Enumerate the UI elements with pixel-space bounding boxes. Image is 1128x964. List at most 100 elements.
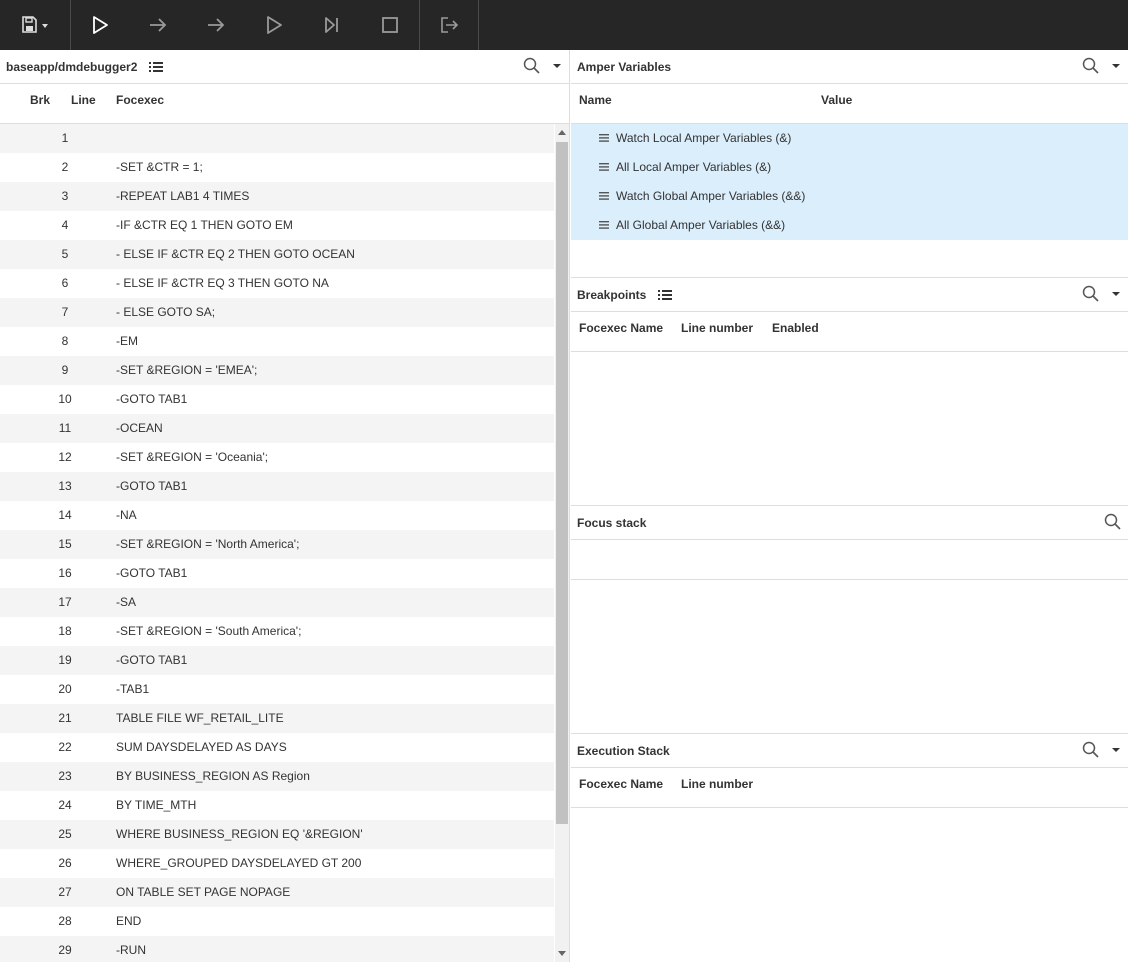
- line-code: -SET &REGION = 'EMEA';: [116, 363, 258, 377]
- code-line[interactable]: 2 -SET &CTR = 1;: [0, 153, 554, 182]
- code-line[interactable]: 27 ON TABLE SET PAGE NOPAGE: [0, 878, 554, 907]
- line-number: 2: [61, 160, 69, 174]
- focexec-editor-panel: baseapp/dmdebugger2 Brk Line Focexec 12-…: [0, 50, 570, 962]
- column-line-number[interactable]: Line number: [681, 777, 753, 791]
- continue-button[interactable]: [245, 0, 303, 50]
- column-enabled[interactable]: Enabled: [772, 321, 819, 335]
- list-icon[interactable]: [149, 61, 164, 73]
- search-icon[interactable]: [1104, 513, 1122, 534]
- line-number: 17: [58, 595, 72, 609]
- code-line[interactable]: 26 WHERE_GROUPED DAYSDELAYED GT 200: [0, 849, 554, 878]
- code-line[interactable]: 12 -SET &REGION = 'Oceania';: [0, 443, 554, 472]
- line-number: 12: [58, 450, 72, 464]
- amper-item-label: All Global Amper Variables (&&): [616, 218, 786, 232]
- code-line[interactable]: 1: [0, 124, 554, 153]
- code-line[interactable]: 11 -OCEAN: [0, 414, 554, 443]
- line-number: 24: [58, 798, 72, 812]
- line-number: 6: [61, 276, 69, 290]
- step-over-icon: [208, 18, 225, 32]
- step-over-button[interactable]: [187, 0, 245, 50]
- column-name[interactable]: Name: [579, 93, 612, 107]
- column-line-number[interactable]: Line number: [681, 321, 753, 335]
- column-focexec[interactable]: Focexec: [116, 93, 164, 107]
- line-code: - ELSE IF &CTR EQ 3 THEN GOTO NA: [116, 276, 329, 290]
- code-line[interactable]: 24 BY TIME_MTH: [0, 791, 554, 820]
- search-icon[interactable]: [1082, 57, 1100, 78]
- amper-variable-list: Watch Local Amper Variables (&) All Loca…: [571, 124, 1128, 240]
- search-icon[interactable]: [1082, 741, 1100, 762]
- column-value[interactable]: Value: [821, 93, 852, 107]
- line-code: SUM DAYSDELAYED AS DAYS: [116, 740, 287, 754]
- line-number: 13: [58, 479, 72, 493]
- amper-title: Amper Variables: [577, 59, 672, 74]
- amper-item-watch-global[interactable]: Watch Global Amper Variables (&&): [571, 182, 1128, 211]
- code-lines: 1 2 -SET &CTR = 1; 3 -REPEAT LAB1 4 TIMES 4 -I…: [0, 124, 554, 962]
- code-line[interactable]: 28 END: [0, 907, 554, 936]
- amper-item-watch-local[interactable]: Watch Local Amper Variables (&): [571, 124, 1128, 153]
- chevron-down-icon[interactable]: [551, 60, 563, 75]
- editor-scrollbar[interactable]: [555, 124, 569, 962]
- run-to-end-button[interactable]: [303, 0, 361, 50]
- code-line[interactable]: 20 -TAB1: [0, 675, 554, 704]
- column-line[interactable]: Line: [71, 93, 96, 107]
- code-line[interactable]: 7 - ELSE GOTO SA;: [0, 298, 554, 327]
- code-line[interactable]: 17 -SA: [0, 588, 554, 617]
- execution-stack-panel: Execution Stack Focexec Name Line number: [571, 734, 1128, 964]
- scroll-up-arrow[interactable]: [558, 130, 566, 135]
- exit-button[interactable]: [420, 0, 478, 50]
- search-icon[interactable]: [523, 57, 541, 78]
- code-line[interactable]: 9 -SET &REGION = 'EMEA';: [0, 356, 554, 385]
- execution-stack-tools: [1082, 734, 1122, 768]
- code-line[interactable]: 25 WHERE BUSINESS_REGION EQ '&REGION': [0, 820, 554, 849]
- line-code: -EM: [116, 334, 138, 348]
- code-line[interactable]: 16 -GOTO TAB1: [0, 559, 554, 588]
- column-focexec-name[interactable]: Focexec Name: [579, 321, 663, 335]
- code-line[interactable]: 15 -SET &REGION = 'North America';: [0, 530, 554, 559]
- chevron-down-icon[interactable]: [1110, 60, 1122, 75]
- code-line[interactable]: 8 -EM: [0, 327, 554, 356]
- column-brk[interactable]: Brk: [30, 93, 50, 107]
- code-line[interactable]: 13 -GOTO TAB1: [0, 472, 554, 501]
- line-number: 8: [61, 334, 69, 348]
- line-number: 4: [61, 218, 69, 232]
- column-focexec-name[interactable]: Focexec Name: [579, 777, 663, 791]
- code-line[interactable]: 3 -REPEAT LAB1 4 TIMES: [0, 182, 554, 211]
- code-line[interactable]: 10 -GOTO TAB1: [0, 385, 554, 414]
- line-number: 9: [61, 363, 69, 377]
- line-code: WHERE BUSINESS_REGION EQ '&REGION': [116, 827, 363, 841]
- line-number: 3: [61, 189, 69, 203]
- code-line[interactable]: 19 -GOTO TAB1: [0, 646, 554, 675]
- code-line[interactable]: 4 -IF &CTR EQ 1 THEN GOTO EM: [0, 211, 554, 240]
- amper-header: Amper Variables: [571, 50, 1128, 84]
- list-icon[interactable]: [658, 289, 673, 301]
- code-line[interactable]: 21 TABLE FILE WF_RETAIL_LITE: [0, 704, 554, 733]
- scroll-down-arrow[interactable]: [558, 951, 566, 956]
- run-button[interactable]: [71, 0, 129, 50]
- line-number: 25: [58, 827, 72, 841]
- amper-item-all-local[interactable]: All Local Amper Variables (&): [571, 153, 1128, 182]
- save-dropdown-button[interactable]: [0, 0, 70, 50]
- code-line[interactable]: 5 - ELSE IF &CTR EQ 2 THEN GOTO OCEAN: [0, 240, 554, 269]
- breakpoints-tools: [1082, 278, 1122, 312]
- execution-stack-header: Execution Stack: [571, 734, 1128, 768]
- code-line[interactable]: 6 - ELSE IF &CTR EQ 3 THEN GOTO NA: [0, 269, 554, 298]
- code-line[interactable]: 22 SUM DAYSDELAYED AS DAYS: [0, 733, 554, 762]
- line-number: 7: [61, 305, 69, 319]
- amper-item-all-global[interactable]: All Global Amper Variables (&&): [571, 211, 1128, 240]
- code-line[interactable]: 14 -NA: [0, 501, 554, 530]
- code-line[interactable]: 23 BY BUSINESS_REGION AS Region: [0, 762, 554, 791]
- scroll-thumb[interactable]: [556, 142, 568, 824]
- line-number: 19: [58, 653, 72, 667]
- chevron-down-icon[interactable]: [1110, 288, 1122, 303]
- search-icon[interactable]: [1082, 285, 1100, 306]
- line-code: -OCEAN: [116, 421, 163, 435]
- step-button[interactable]: [129, 0, 187, 50]
- code-line[interactable]: 29 -RUN: [0, 936, 554, 962]
- execution-stack-title: Execution Stack: [577, 743, 670, 758]
- line-code: -RUN: [116, 943, 146, 957]
- chevron-down-icon[interactable]: [1110, 744, 1122, 759]
- code-line[interactable]: 18 -SET &REGION = 'South America';: [0, 617, 554, 646]
- line-number: 27: [58, 885, 72, 899]
- amper-item-label: Watch Local Amper Variables (&): [616, 131, 792, 145]
- stop-button[interactable]: [361, 0, 419, 50]
